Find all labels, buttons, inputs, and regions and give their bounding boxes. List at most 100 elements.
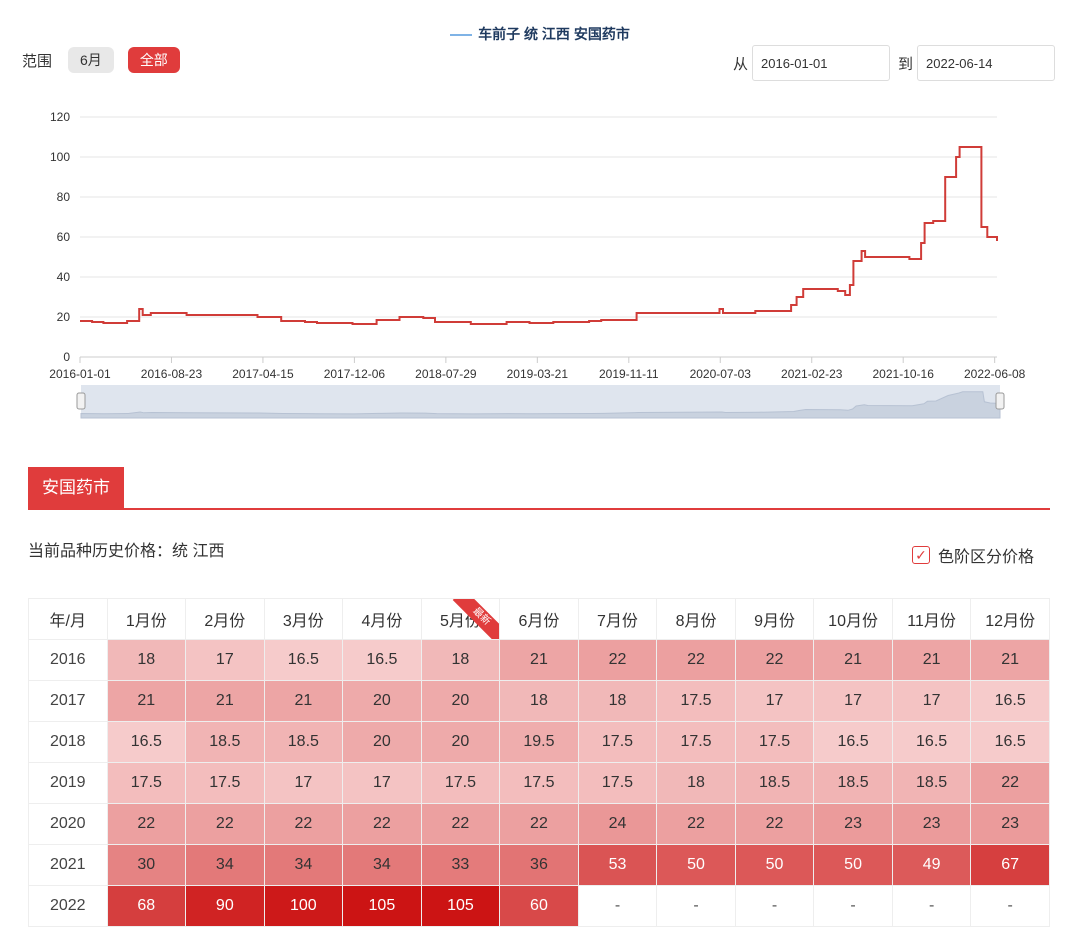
price-cell: 17.5 bbox=[734, 721, 815, 763]
x-tick-label: 2019-03-21 bbox=[507, 367, 569, 381]
price-cell: 17 bbox=[263, 762, 344, 804]
price-cell: 21 bbox=[813, 639, 893, 681]
color-scale-checkbox[interactable]: ✓ bbox=[912, 546, 930, 564]
corner-header: 年/月 bbox=[28, 598, 108, 640]
month-header: 7月份 bbox=[577, 598, 658, 640]
navigator-handle-right[interactable] bbox=[995, 392, 1005, 410]
price-cell: - bbox=[734, 885, 815, 927]
price-cell: 22 bbox=[342, 803, 422, 845]
month-header-label: 6月份 bbox=[518, 613, 560, 630]
y-tick-label: 100 bbox=[50, 150, 70, 164]
x-tick-label: 2018-07-29 bbox=[415, 367, 477, 381]
price-cell: 34 bbox=[185, 844, 265, 886]
price-cell: 21 bbox=[106, 680, 187, 722]
to-label: 到 bbox=[898, 55, 914, 73]
month-header-label: 1月份 bbox=[125, 613, 167, 630]
price-cell: 34 bbox=[342, 844, 422, 886]
price-cell: 50 bbox=[656, 844, 736, 886]
price-history-table: 年/月 1月份 2月份 3月份 4月份 5月份 最新 6月份 7月份 8月份 9月份 10月份 11月… bbox=[28, 598, 1050, 927]
price-cell: 17.5 bbox=[185, 762, 265, 804]
price-cell: 16.5 bbox=[342, 639, 422, 681]
x-tick-label: 2016-01-01 bbox=[49, 367, 111, 381]
price-cell: 16.5 bbox=[970, 680, 1050, 722]
price-cell: 16.5 bbox=[106, 721, 187, 763]
x-tick-label: 2017-12-06 bbox=[324, 367, 386, 381]
x-tick-label: 2019-11-11 bbox=[599, 367, 659, 381]
month-header: 10月份 bbox=[813, 598, 893, 640]
month-header: 3月份 bbox=[263, 598, 344, 640]
range-all-button[interactable]: 全部 bbox=[127, 47, 180, 73]
price-cell: 23 bbox=[891, 803, 972, 845]
year-cell: 2019 bbox=[28, 762, 108, 804]
price-cell: - bbox=[577, 885, 658, 927]
table-row: 2017 21 21 21 20 20 18 18 17.5 17 17 17 16.5 bbox=[28, 680, 1050, 722]
market-tab[interactable]: 安国药市 bbox=[28, 467, 124, 509]
legend-series-name: 车前子 统 江西 安国药市 bbox=[478, 26, 630, 42]
price-cell: 18.5 bbox=[734, 762, 815, 804]
month-header: 11月份 bbox=[891, 598, 972, 640]
price-cell: 17.5 bbox=[577, 721, 658, 763]
price-series-line bbox=[80, 146, 998, 325]
price-cell: 18 bbox=[656, 762, 736, 804]
month-header: 2月份 bbox=[185, 598, 265, 640]
month-header-label: 4月份 bbox=[361, 613, 403, 630]
price-cell: 17.5 bbox=[656, 680, 736, 722]
price-cell: - bbox=[656, 885, 736, 927]
color-scale-toggle[interactable]: ✓ 色阶区分价格 bbox=[912, 543, 1034, 567]
table-row: 2019 17.5 17.5 17 17 17.5 17.5 17.5 18 18.5 18.5 18… bbox=[28, 762, 1050, 804]
x-tick-label: 2016-08-23 bbox=[141, 367, 203, 381]
x-tick-label: 2020-07-03 bbox=[690, 367, 752, 381]
price-cell: 100 bbox=[263, 885, 344, 927]
price-cell: 34 bbox=[263, 844, 344, 886]
price-cell: 17.5 bbox=[499, 762, 579, 804]
price-cell: 49 bbox=[891, 844, 972, 886]
y-tick-label: 80 bbox=[57, 190, 71, 204]
y-tick-label: 40 bbox=[57, 270, 71, 284]
price-cell: 50 bbox=[734, 844, 815, 886]
y-tick-label: 120 bbox=[50, 110, 70, 124]
price-cell: 22 bbox=[970, 762, 1050, 804]
y-tick-label: 20 bbox=[57, 310, 71, 324]
price-cell: 21 bbox=[185, 680, 265, 722]
price-line-chart[interactable]: 0 20 40 60 80 100 120 2016-01-01 2016-08-23 2017… bbox=[0, 100, 1080, 425]
from-date-input[interactable] bbox=[752, 45, 891, 81]
to-date-input[interactable] bbox=[917, 45, 1056, 81]
month-header-label: 9月份 bbox=[754, 613, 795, 630]
price-cell: 21 bbox=[263, 680, 344, 722]
month-header-label: 2月份 bbox=[204, 613, 246, 630]
y-tick-label: 60 bbox=[57, 230, 71, 244]
history-price-label: 当前品种历史价格：统 江西 bbox=[28, 543, 225, 560]
month-header: 1月份 bbox=[106, 598, 187, 640]
x-tick-label: 2022-06-08 bbox=[964, 367, 1026, 381]
price-cell: 20 bbox=[342, 721, 422, 763]
price-cell: 18 bbox=[420, 639, 501, 681]
legend-swatch bbox=[450, 34, 473, 37]
month-header-label: 3月份 bbox=[282, 613, 324, 630]
month-header: 12月份 bbox=[970, 598, 1050, 640]
price-cell: 30 bbox=[106, 844, 187, 886]
price-cell: 17 bbox=[891, 680, 972, 722]
year-cell: 2016 bbox=[28, 639, 108, 681]
price-cell: 18.5 bbox=[263, 721, 344, 763]
table-row: 2018 16.5 18.5 18.5 20 20 19.5 17.5 17.5 17.5 16.5… bbox=[28, 721, 1050, 763]
y-tick-label: 0 bbox=[63, 350, 70, 364]
price-cell: 21 bbox=[970, 639, 1050, 681]
year-cell: 2021 bbox=[28, 844, 108, 886]
price-cell: 18.5 bbox=[813, 762, 893, 804]
chart-legend[interactable]: 车前子 统 江西 安国药市 bbox=[0, 24, 1080, 44]
price-cell: 50 bbox=[813, 844, 893, 886]
x-tick-label: 2021-10-16 bbox=[873, 367, 935, 381]
price-cell: 21 bbox=[499, 639, 579, 681]
color-scale-label: 色阶区分价格 bbox=[938, 549, 1035, 566]
price-cell: 22 bbox=[577, 639, 658, 681]
navigator-handle-left[interactable] bbox=[76, 392, 86, 410]
table-row: 2016 18 17 16.5 16.5 18 21 22 22 22 21 21 21 bbox=[28, 639, 1050, 681]
price-cell: - bbox=[970, 885, 1050, 927]
price-cell: 24 bbox=[577, 803, 658, 845]
month-header-label: 7月份 bbox=[597, 613, 638, 630]
month-header: 5月份 最新 bbox=[420, 598, 501, 640]
navigator[interactable] bbox=[76, 385, 1005, 419]
range-6m-button[interactable]: 6月 bbox=[68, 47, 114, 73]
price-cell: - bbox=[891, 885, 972, 927]
month-header: 9月份 bbox=[734, 598, 815, 640]
